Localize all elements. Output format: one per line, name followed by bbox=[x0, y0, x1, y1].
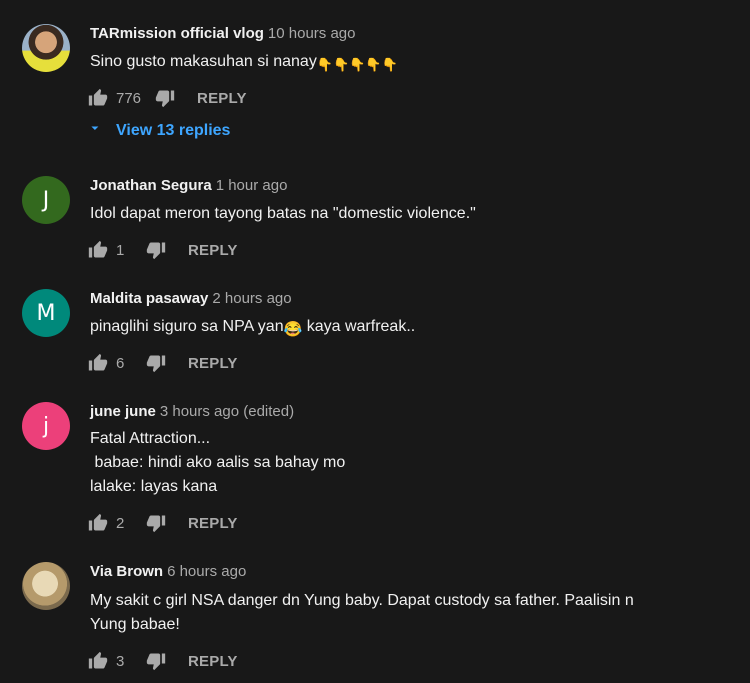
thumb-down-icon[interactable] bbox=[146, 651, 166, 671]
comment-actions: 6 REPLY bbox=[88, 351, 238, 375]
comment-author[interactable]: Maldita pasaway bbox=[90, 290, 208, 307]
avatar-letter: J bbox=[42, 187, 50, 213]
comment-actions: 776 REPLY bbox=[88, 86, 247, 110]
comment-actions: 1 REPLY bbox=[88, 238, 238, 262]
thumb-down-icon[interactable] bbox=[146, 353, 166, 373]
thumb-up-icon[interactable] bbox=[88, 240, 108, 260]
avatar[interactable]: J bbox=[22, 176, 70, 224]
avatar-letter: M bbox=[36, 300, 56, 326]
comment-time[interactable]: 10 hours ago bbox=[268, 25, 356, 42]
comment-text: Fatal Attraction... babae: hindi ako aal… bbox=[90, 430, 346, 495]
comment-actions: 3 REPLY bbox=[88, 649, 238, 673]
avatar[interactable] bbox=[22, 24, 70, 72]
reply-button[interactable]: REPLY bbox=[188, 515, 238, 532]
avatar[interactable]: j bbox=[22, 402, 70, 450]
thumb-up-icon[interactable] bbox=[88, 88, 108, 108]
reply-button[interactable]: REPLY bbox=[188, 355, 238, 372]
thumb-up-icon[interactable] bbox=[88, 513, 108, 533]
comment-time[interactable]: 3 hours ago (edited) bbox=[160, 403, 294, 420]
reply-button[interactable]: REPLY bbox=[197, 90, 247, 107]
view-replies-button[interactable]: View 13 replies bbox=[90, 122, 230, 140]
view-replies-label: View 13 replies bbox=[116, 122, 231, 139]
comment-time[interactable]: 6 hours ago bbox=[167, 563, 246, 580]
thumb-down-icon[interactable] bbox=[155, 88, 175, 108]
laughing-emoji: 😂 bbox=[283, 321, 303, 338]
comment-time[interactable]: 2 hours ago bbox=[212, 290, 291, 307]
like-count: 3 bbox=[116, 652, 125, 670]
comment-author[interactable]: TARmission official vlog bbox=[90, 25, 264, 42]
thumb-down-icon[interactable] bbox=[146, 240, 166, 260]
avatar[interactable]: M bbox=[22, 289, 70, 337]
like-count: 776 bbox=[116, 89, 142, 107]
reply-button[interactable]: REPLY bbox=[188, 242, 238, 259]
thumb-up-icon[interactable] bbox=[88, 651, 108, 671]
reply-button[interactable]: REPLY bbox=[188, 653, 238, 670]
comment-author[interactable]: Via Brown bbox=[90, 563, 163, 580]
comment-text: Sino gusto makasuhan si nanay👇👇👇👇👇 bbox=[90, 50, 398, 77]
thumb-down-icon[interactable] bbox=[146, 513, 166, 533]
like-count: 1 bbox=[116, 241, 125, 259]
like-count: 6 bbox=[116, 354, 125, 372]
comment-text: pinaglihi siguro sa NPA yan😂 kaya warfre… bbox=[90, 315, 415, 342]
comment-actions: 2 REPLY bbox=[88, 511, 238, 535]
like-count: 2 bbox=[116, 514, 125, 532]
chevron-down-icon bbox=[90, 122, 102, 140]
avatar[interactable] bbox=[22, 562, 70, 610]
point-down-emoji: 👇👇👇👇👇 bbox=[316, 57, 398, 72]
comment-author[interactable]: june june bbox=[90, 403, 156, 420]
comment-author[interactable]: Jonathan Segura bbox=[90, 177, 212, 194]
avatar-letter: j bbox=[42, 413, 50, 439]
comment-text: Idol dapat meron tayong batas na "domest… bbox=[90, 205, 476, 222]
comment-time[interactable]: 1 hour ago bbox=[216, 177, 288, 194]
comment-text: My sakit c girl NSA danger dn Yung baby.… bbox=[90, 592, 634, 633]
thumb-up-icon[interactable] bbox=[88, 353, 108, 373]
